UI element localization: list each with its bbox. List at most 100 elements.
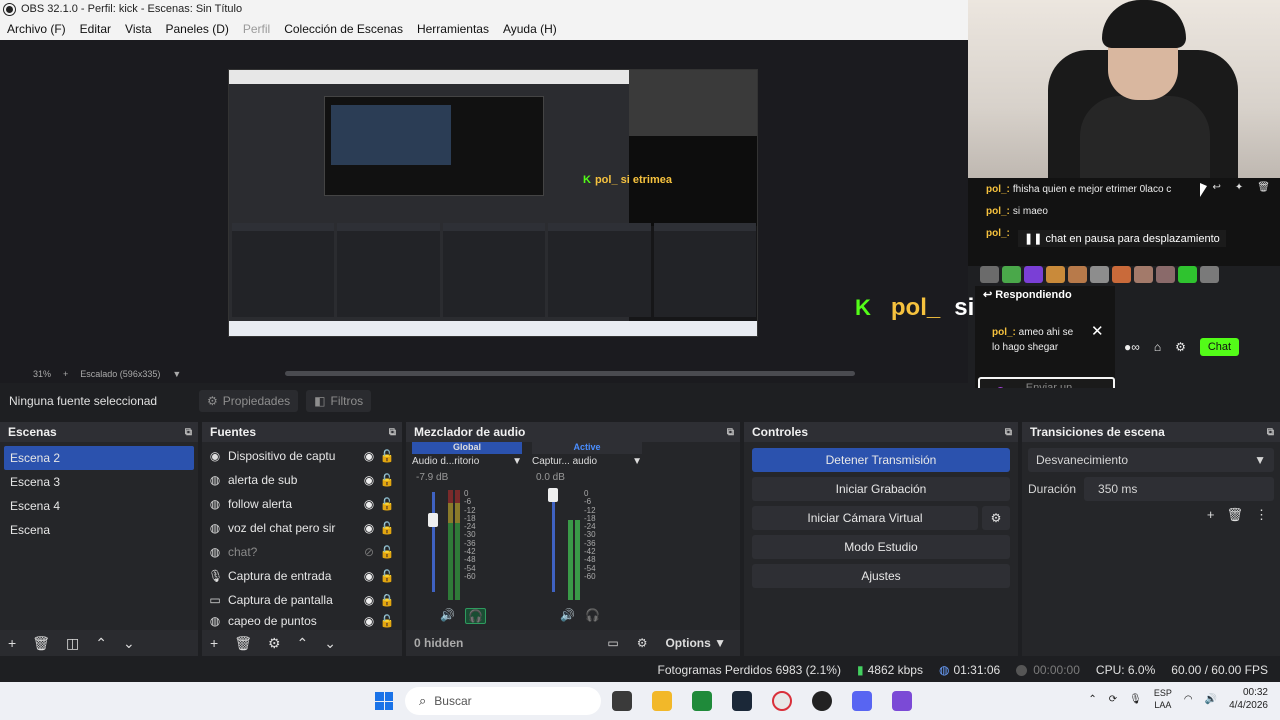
add-scene-icon[interactable]: + (8, 635, 16, 651)
scene-item[interactable]: Escena 3 (4, 470, 194, 494)
lock-icon[interactable]: 🔒 (378, 593, 396, 607)
emote-icon[interactable] (1024, 266, 1043, 283)
emote-icon[interactable] (1046, 266, 1065, 283)
gear-icon[interactable]: ⚙ (1175, 340, 1186, 354)
mic-icon[interactable]: 🎙 (1129, 694, 1142, 705)
add-source-icon[interactable]: + (210, 635, 218, 651)
file-explorer-icon[interactable] (652, 691, 672, 711)
scene-item[interactable]: Escena 4 (4, 494, 194, 518)
undock-icon[interactable]: ⧉ (1267, 427, 1274, 438)
language-indicator[interactable]: ESP LAA (1154, 687, 1172, 711)
pin-icon[interactable]: ✦ (1235, 182, 1243, 193)
stop-stream-button[interactable]: Detener Transmisión (752, 448, 1010, 472)
zoom-in-icon[interactable]: + (63, 369, 68, 379)
discord-icon[interactable] (852, 691, 872, 711)
emote-icon[interactable] (1156, 266, 1175, 283)
unlock-icon[interactable]: 🔓 (378, 569, 396, 583)
emote-icon[interactable] (1178, 266, 1197, 283)
eye-icon[interactable]: ◉ (360, 569, 378, 583)
menu-profile[interactable]: Perfil (243, 22, 270, 36)
start-recording-button[interactable]: Iniciar Grabación (752, 477, 1010, 501)
task-view-icon[interactable] (612, 691, 632, 711)
zoom-level[interactable]: 31% (33, 369, 51, 379)
wifi-icon[interactable]: ◠ (1184, 694, 1193, 705)
settings-button[interactable]: Ajustes (752, 564, 1010, 588)
layout-icon[interactable]: ▭ (607, 636, 618, 650)
volume-fader[interactable] (432, 492, 435, 592)
emote-icon[interactable] (1090, 266, 1109, 283)
taskbar-search[interactable]: ⌕ Buscar (405, 687, 601, 715)
move-up-icon[interactable]: ⌃ (95, 635, 107, 652)
source-item[interactable]: ▭ Captura de pantalla ◉ 🔒 (202, 588, 402, 612)
chevron-down-icon[interactable]: ▼ (512, 456, 522, 467)
unlock-icon[interactable]: 🔓 (378, 545, 396, 559)
unlock-icon[interactable]: 🔓 (378, 473, 396, 487)
properties-button[interactable]: ⚙ Propiedades (199, 390, 299, 412)
close-icon[interactable]: ✕ (1091, 322, 1104, 340)
obs-icon[interactable] (812, 691, 832, 711)
eye-icon[interactable]: ◉ (360, 521, 378, 535)
more-icon[interactable]: ⋮ (1255, 507, 1268, 523)
eye-icon[interactable]: ◉ (360, 593, 378, 607)
users-icon[interactable]: ●∞ (1124, 340, 1140, 354)
tab-active[interactable]: Active (532, 442, 642, 454)
move-up-icon[interactable]: ⌃ (297, 635, 309, 652)
hidden-count[interactable]: 0 hidden (414, 636, 463, 650)
emote-icon[interactable] (1112, 266, 1131, 283)
unlock-icon[interactable]: 🔓 (378, 497, 396, 511)
remove-scene-icon[interactable]: 🗑 (32, 635, 50, 652)
transition-select[interactable]: Desvanecimiento ▼ (1028, 448, 1274, 472)
windows-start-icon[interactable] (375, 692, 393, 710)
remove-source-icon[interactable]: 🗑 (234, 635, 252, 652)
preview-scrollbar[interactable] (285, 371, 855, 376)
preview-area[interactable]: Kpol_ si etrimea (0, 40, 968, 365)
volume-fader[interactable] (552, 492, 555, 592)
menu-tools[interactable]: Herramientas (417, 22, 489, 36)
xbox-icon[interactable] (692, 691, 712, 711)
chat-send-button[interactable]: Chat (1199, 338, 1240, 356)
delete-icon[interactable]: 🗑 (1257, 182, 1270, 193)
menu-help[interactable]: Ayuda (H) (503, 22, 557, 36)
unlock-icon[interactable]: 🔓 (378, 521, 396, 535)
unlock-icon[interactable]: 🔓 (378, 614, 396, 628)
undock-icon[interactable]: ⧉ (727, 427, 734, 438)
duration-input[interactable]: 350 ms (1084, 477, 1274, 501)
advanced-audio-icon[interactable]: ⚙ (637, 636, 648, 650)
source-item[interactable]: ◍ alerta de sub ◉ 🔓 (202, 468, 402, 492)
source-item[interactable]: ◍ capeo de puntos ◉ 🔓 (202, 612, 402, 630)
eye-icon[interactable]: ◉ (360, 449, 378, 463)
remove-transition-icon[interactable]: 🗑 (1226, 507, 1243, 523)
eye-icon[interactable]: ◉ (360, 614, 378, 628)
headphones-icon[interactable]: 🎧 (464, 608, 486, 624)
menu-docks[interactable]: Paneles (D) (166, 22, 229, 36)
volume-icon[interactable]: 🔊 (1205, 694, 1217, 705)
eye-icon[interactable]: ◉ (360, 473, 378, 487)
menu-edit[interactable]: Editar (80, 22, 111, 36)
chevron-down-icon[interactable]: ▼ (632, 456, 642, 467)
tab-global[interactable]: Global (412, 442, 522, 454)
scale-dropdown-icon[interactable]: ▼ (172, 369, 181, 379)
studio-mode-button[interactable]: Modo Estudio (752, 535, 1010, 559)
menu-file[interactable]: Archivo (F) (7, 22, 66, 36)
source-item[interactable]: ◍ voz del chat pero sir ◉ 🔓 (202, 516, 402, 540)
chevron-up-icon[interactable]: ⌃ (1088, 694, 1096, 705)
scene-filters-icon[interactable]: ◫ (66, 635, 79, 652)
undock-icon[interactable]: ⧉ (389, 427, 396, 438)
fader-handle[interactable] (548, 488, 558, 502)
chat-paused-banner[interactable]: ❚❚ chat en pausa para desplazamiento (1018, 230, 1226, 247)
gear-icon[interactable]: ⚙ (982, 506, 1010, 530)
unlock-icon[interactable]: 🔓 (378, 449, 396, 463)
move-down-icon[interactable]: ⌄ (123, 635, 135, 652)
scene-item[interactable]: Escena (4, 518, 194, 542)
store-icon[interactable]: ⌂ (1154, 340, 1161, 354)
start-virtual-camera-button[interactable]: Iniciar Cámara Virtual (752, 506, 978, 530)
clock[interactable]: 00:32 4/4/2026 (1229, 686, 1268, 712)
options-button[interactable]: Options ▼ (665, 636, 726, 650)
eye-hidden-icon[interactable]: ⊘ (360, 545, 378, 559)
steam-icon[interactable] (732, 691, 752, 711)
emote-icon[interactable] (1002, 266, 1021, 283)
menu-scene-collection[interactable]: Colección de Escenas (284, 22, 403, 36)
gear-icon[interactable]: ⚙ (268, 635, 281, 652)
opera-icon[interactable] (772, 691, 792, 711)
scene-item[interactable]: Escena 2 (4, 446, 194, 470)
